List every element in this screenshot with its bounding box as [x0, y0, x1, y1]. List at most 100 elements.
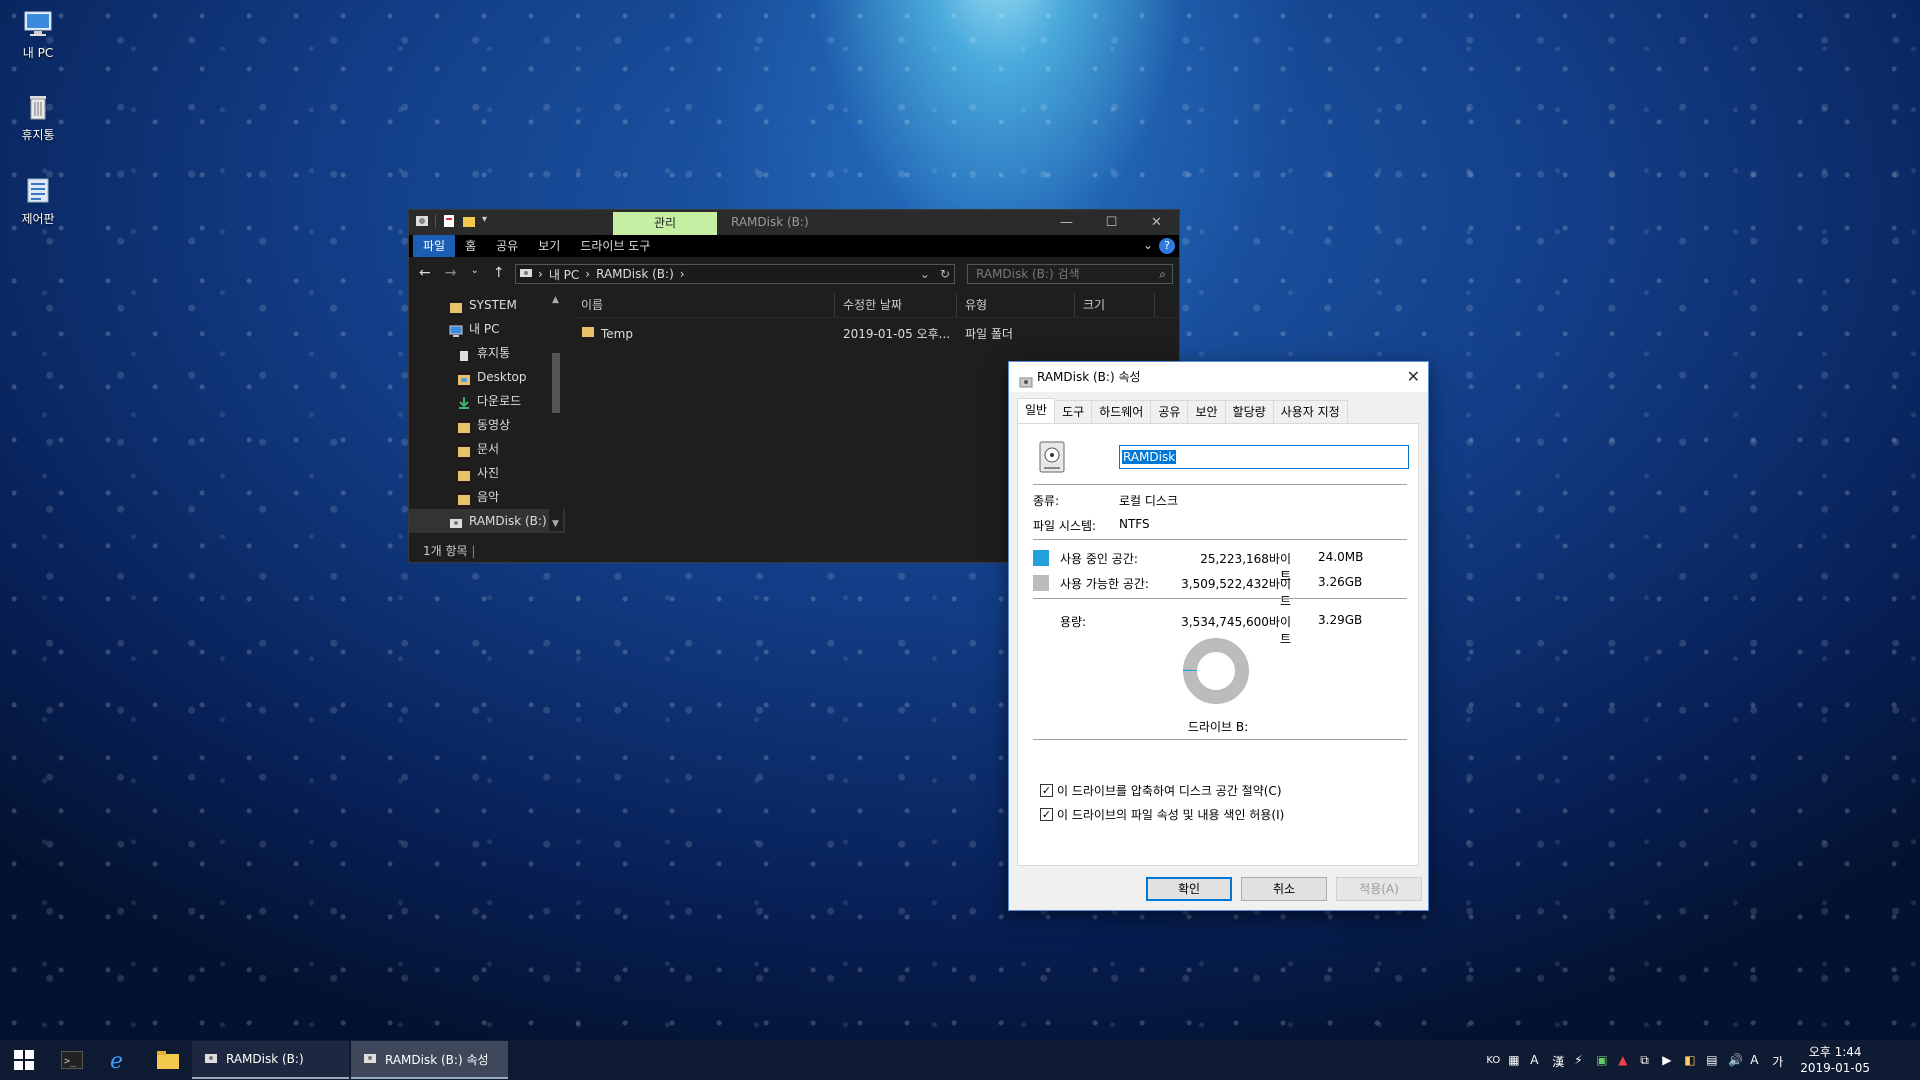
compress-checkbox[interactable]: ✓ 이 드라이브를 압축하여 디스크 공간 절약(C): [1040, 782, 1282, 799]
nav-item-label: RAMDisk (B:): [469, 514, 547, 528]
volume-name-value: RAMDisk: [1122, 450, 1177, 464]
tab-share[interactable]: 공유: [486, 235, 528, 257]
column-modified[interactable]: 수정한 날짜: [835, 293, 957, 317]
taskbar-ie[interactable]: e: [96, 1040, 144, 1080]
used-space-swatch: [1033, 550, 1049, 566]
drive-icon: [204, 1051, 218, 1068]
tab-general[interactable]: 일반: [1017, 398, 1056, 423]
properties-icon[interactable]: [442, 214, 456, 228]
tab-quota[interactable]: 할당량: [1224, 400, 1274, 423]
breadcrumb-ramdisk[interactable]: RAMDisk (B:): [596, 267, 674, 281]
help-icon[interactable]: ?: [1159, 238, 1175, 254]
desktop-icon-control-panel[interactable]: 제어판: [10, 174, 66, 227]
close-button[interactable]: ✕: [1134, 210, 1179, 235]
maximize-button[interactable]: ☐: [1089, 210, 1134, 235]
drive-icon: [415, 214, 429, 228]
tab-sharing[interactable]: 공유: [1150, 400, 1189, 423]
nav-item-downloads[interactable]: 다운로드: [409, 389, 565, 413]
tab-security[interactable]: 보안: [1187, 400, 1226, 423]
tray-app-icon[interactable]: ▲: [1618, 1053, 1632, 1067]
recent-dropdown-icon[interactable]: ⌄: [470, 265, 478, 281]
tab-tools[interactable]: 도구: [1054, 400, 1093, 423]
scroll-up-icon[interactable]: ▲: [552, 295, 559, 305]
tray-app-icon[interactable]: ▶: [1662, 1053, 1676, 1067]
nav-item-videos[interactable]: 동영상: [409, 413, 565, 437]
nav-item-pictures[interactable]: 사진: [409, 461, 565, 485]
tab-hardware[interactable]: 하드웨어: [1091, 400, 1152, 423]
column-type[interactable]: 유형: [957, 293, 1075, 317]
start-button[interactable]: [0, 1040, 48, 1080]
nav-item-recycle-bin[interactable]: 휴지통: [409, 341, 565, 365]
nav-scrollbar[interactable]: ▲ ▼: [549, 293, 563, 531]
nav-item-ramdisk[interactable]: RAMDisk (B:): [409, 509, 565, 533]
file-modified: 2019-01-05 오후...: [843, 327, 951, 341]
nav-item-desktop[interactable]: Desktop: [409, 365, 565, 389]
refresh-icon[interactable]: ↻: [940, 267, 950, 281]
ime-font-icon[interactable]: A: [1530, 1053, 1544, 1067]
separator: [435, 214, 436, 228]
index-checkbox[interactable]: ✓ 이 드라이브의 파일 속성 및 내용 색인 허용(I): [1040, 806, 1284, 823]
nav-item-system[interactable]: SYSTEM: [409, 293, 565, 317]
tray-app-icon[interactable]: ▤: [1706, 1053, 1720, 1067]
input-language-indicator[interactable]: KO: [1486, 1055, 1500, 1066]
monitor-icon: [22, 8, 54, 40]
ime-mode-icon[interactable]: ⚡: [1574, 1053, 1588, 1067]
breadcrumb-my-pc[interactable]: 내 PC: [549, 266, 579, 283]
taskbar-cmd[interactable]: >_: [48, 1040, 96, 1080]
column-name[interactable]: 이름: [573, 293, 835, 317]
scroll-thumb[interactable]: [552, 353, 560, 413]
dialog-titlebar[interactable]: RAMDisk (B:) 속성 ✕: [1009, 362, 1428, 392]
nav-item-documents[interactable]: 문서: [409, 437, 565, 461]
desktop-icon-recycle-bin[interactable]: 휴지통: [10, 90, 66, 143]
minimize-button[interactable]: —: [1044, 210, 1089, 235]
taskbar-file-explorer[interactable]: [144, 1040, 192, 1080]
address-dropdown-icon[interactable]: ⌄: [920, 267, 930, 281]
divider: [1033, 484, 1407, 485]
ribbon-expand-icon[interactable]: ⌄: [1143, 238, 1153, 252]
network-icon[interactable]: ⧉: [1640, 1053, 1654, 1067]
explorer-titlebar[interactable]: ▾ 관리 RAMDisk (B:) — ☐ ✕: [409, 210, 1179, 235]
nav-item-label: 음악: [477, 490, 500, 504]
customize-qa-icon[interactable]: ▾: [482, 214, 496, 228]
ok-button[interactable]: 확인: [1146, 877, 1232, 901]
tab-drive-tools[interactable]: 드라이브 도구: [570, 235, 660, 257]
item-count: 1개 항목: [423, 544, 468, 558]
tab-manage[interactable]: 관리: [613, 212, 717, 235]
tab-customize[interactable]: 사용자 지정: [1272, 400, 1348, 423]
volume-icon[interactable]: 🔊: [1728, 1053, 1743, 1067]
up-arrow-icon[interactable]: ↑: [493, 265, 505, 281]
drive-icon: [1019, 370, 1033, 388]
ime-grid-icon[interactable]: ▦: [1508, 1053, 1522, 1067]
volume-name-input[interactable]: RAMDisk: [1119, 445, 1409, 469]
tray-app-icon[interactable]: ▣: [1596, 1053, 1610, 1067]
taskbar-app-explorer[interactable]: RAMDisk (B:): [192, 1041, 349, 1079]
ribbon: 파일 홈 공유 보기 드라이브 도구 ⌄ ?: [409, 235, 1179, 257]
nav-item-my-pc[interactable]: 내 PC: [409, 317, 565, 341]
forward-arrow-icon[interactable]: →: [445, 265, 457, 281]
tray-app-icon[interactable]: ◧: [1684, 1053, 1698, 1067]
new-folder-icon[interactable]: [462, 214, 476, 228]
apply-button[interactable]: 적용(A): [1336, 877, 1422, 901]
taskbar-app-label: RAMDisk (B:) 속성: [385, 1052, 489, 1067]
taskbar-app-properties[interactable]: RAMDisk (B:) 속성: [351, 1041, 508, 1079]
folder-music-icon: [457, 490, 471, 505]
close-icon[interactable]: ✕: [1407, 362, 1420, 392]
table-row[interactable]: Temp 2019-01-05 오후... 파일 폴더: [573, 322, 1179, 346]
desktop-icon-my-pc[interactable]: 내 PC: [10, 8, 66, 61]
scroll-down-icon[interactable]: ▼: [552, 519, 559, 529]
drive-icon: [449, 514, 463, 528]
address-bar[interactable]: › 내 PC › RAMDisk (B:) › ⌄ ↻: [515, 264, 955, 284]
taskbar: >_ e RAMDisk (B:) RAMDisk (B:) 속성 KO ▦ A…: [0, 1040, 1920, 1080]
clock[interactable]: 오후 1:44 2019-01-05: [1800, 1044, 1870, 1076]
ime-font-icon[interactable]: A: [1750, 1053, 1764, 1067]
back-arrow-icon[interactable]: ←: [419, 265, 431, 281]
tab-home[interactable]: 홈: [455, 235, 486, 257]
column-size[interactable]: 크기: [1075, 293, 1155, 317]
ime-hanja-icon[interactable]: 漢: [1552, 1053, 1566, 1069]
tab-file[interactable]: 파일: [413, 235, 456, 257]
search-input[interactable]: RAMDisk (B:) 검색 ⌕: [967, 264, 1173, 284]
tab-view[interactable]: 보기: [528, 235, 570, 257]
cancel-button[interactable]: 취소: [1241, 877, 1327, 901]
nav-item-music[interactable]: 음악: [409, 485, 565, 509]
korean-ime-icon[interactable]: 가: [1772, 1053, 1786, 1069]
